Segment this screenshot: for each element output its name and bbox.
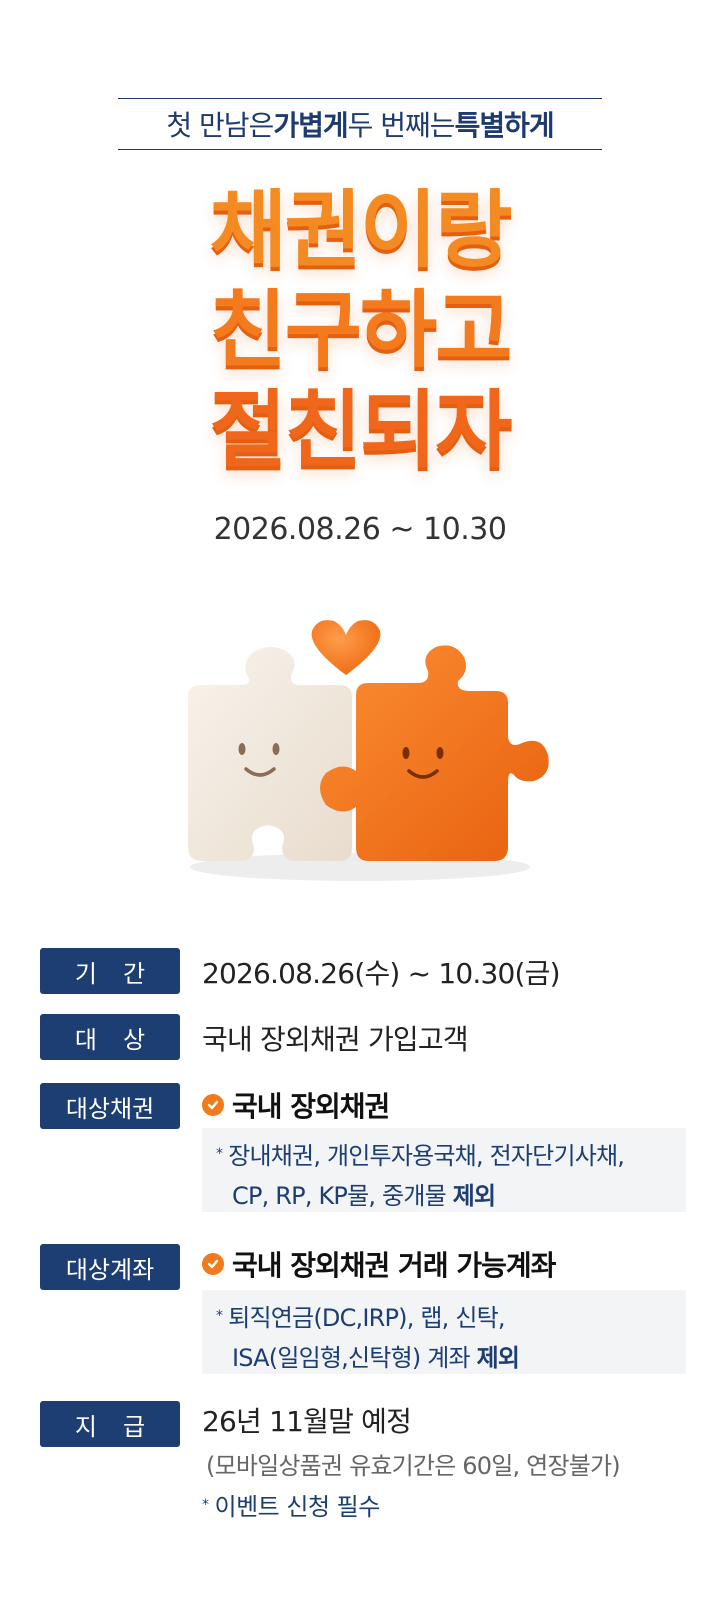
bonds-note-exclude: 제외 [452,1182,496,1210]
note-star: * [216,1308,223,1324]
period-label: 기간 [40,948,180,994]
bonds-title-text: 국내 장외채권 [232,1090,390,1123]
bonds-title: 국내 장외채권 [202,1085,390,1125]
event-period-main: 2026.08.26 ~ 10.30 [213,512,507,547]
application-required-note: * 이벤트 신청 필수 [202,1487,380,1522]
bonds-note-line-1: 장내채권, 개인투자용국채, 전자단기사채, [228,1142,625,1170]
headline-line-2: 친구하고 [209,281,512,379]
check-circle-icon [202,1094,224,1116]
cream-puzzle-piece [188,647,352,861]
accounts-note-line-2: ISA(일임형,신탁형) 계좌 [232,1344,477,1372]
puzzle-illustration [188,620,549,881]
subtitle-part-d: 특별하게 [454,109,555,142]
accounts-title-text: 국내 장외채권 거래 가능계좌 [232,1249,556,1282]
check-circle-icon [202,1253,224,1275]
event-subtitle: 첫 만남은 가볍게 두 번째는 특별하게 [118,98,602,150]
period-value: 2026.08.26(수) ~ 10.30(금) [202,957,561,990]
payment-label: 지급 [40,1401,180,1447]
bonds-label: 대상채권 [40,1083,180,1129]
accounts-note-exclude: 제외 [476,1344,520,1372]
bonds-exclusion-note: * 장내채권, 개인투자용국채, 전자단기사채, CP, RP, KP물, 중개물… [202,1128,686,1212]
subtitle-part-c: 두 번째는 [347,109,456,142]
note-star: * [216,1146,223,1162]
accounts-label: 대상계좌 [40,1244,180,1290]
target-value: 국내 장외채권 가입고객 [202,1023,469,1056]
accounts-title: 국내 장외채권 거래 가능계좌 [202,1244,556,1284]
accounts-exclusion-note: * 퇴직연금(DC,IRP), 랩, 신탁, ISA(일임형,신탁형) 계좌 제외 [202,1290,686,1374]
subtitle-part-b: 가볍게 [273,109,348,142]
payment-value: 26년 11월말 예정 [202,1405,412,1438]
orange-puzzle-piece [320,645,549,861]
headline-line-3: 절친되자 [209,381,512,479]
headline-line-1: 채권이랑 [209,181,512,279]
target-label: 대상 [40,1014,180,1060]
bonds-note-line-2: CP, RP, KP물, 중개물 [232,1182,453,1210]
payment-sub-note: (모바일상품권 유효기간은 60일, 연장불가) [206,1452,621,1480]
subtitle-part-a: 첫 만남은 [166,109,274,142]
accounts-note-line-1: 퇴직연금(DC,IRP), 랩, 신탁, [228,1304,505,1332]
heart-icon [311,620,381,675]
note-star: * [202,1497,209,1513]
application-required-text: 이벤트 신청 필수 [214,1493,381,1521]
